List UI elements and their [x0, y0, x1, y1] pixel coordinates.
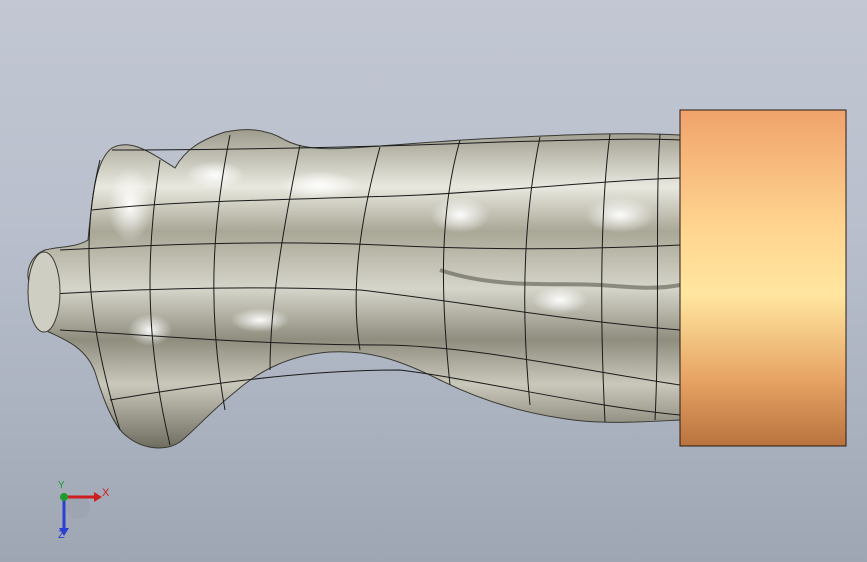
- highlight: [585, 197, 655, 233]
- nozzle-tip[interactable]: [27, 251, 61, 333]
- x-axis-label: X: [102, 487, 110, 499]
- graphics-viewport[interactable]: X Y Z: [0, 0, 867, 562]
- highlight: [430, 197, 490, 233]
- origin-point: [60, 493, 68, 501]
- 3d-model-scene[interactable]: [0, 0, 867, 562]
- cylinder-fixture[interactable]: [679, 109, 847, 447]
- highlight: [532, 286, 588, 314]
- arrow-right-icon: [94, 492, 102, 502]
- orientation-triad[interactable]: X Y Z: [48, 480, 118, 545]
- highlight: [128, 314, 172, 346]
- highlight: [230, 308, 290, 332]
- z-axis-label: Z: [58, 529, 65, 541]
- highlight: [185, 161, 245, 189]
- y-axis-label: Y: [58, 480, 65, 491]
